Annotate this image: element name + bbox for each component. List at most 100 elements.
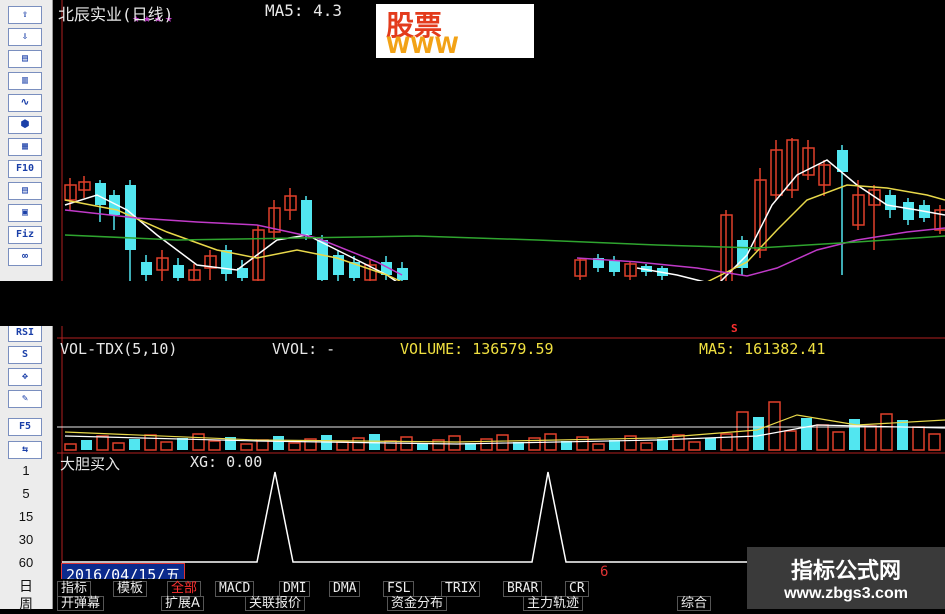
volume-bar-up	[192, 433, 205, 451]
volume-bar-up	[816, 424, 829, 451]
toolbar-button[interactable]: F5	[8, 418, 42, 436]
volume-bar-up	[928, 433, 941, 451]
volume-bar-down	[657, 439, 668, 450]
indicator-tab[interactable]: MACD	[215, 581, 255, 597]
volume-bar-up	[784, 430, 797, 451]
volume-bar-up	[208, 440, 221, 451]
toolbar-button[interactable]: ▤	[8, 182, 42, 200]
indicator-tab[interactable]: 全部	[167, 581, 202, 597]
indicator-tab[interactable]: DMI	[279, 581, 311, 597]
blank-band	[0, 281, 945, 326]
scale-label[interactable]: 60	[0, 555, 52, 570]
toolbar-button[interactable]: ⇧	[8, 6, 42, 24]
s-marker: S	[731, 322, 738, 335]
indicator-tab[interactable]: CR	[565, 581, 589, 597]
toolbar-button[interactable]: ▤	[8, 50, 42, 68]
watermark-title: 指标公式网	[790, 559, 901, 584]
volume-bar-up	[144, 434, 157, 451]
volume-bar-up	[688, 441, 701, 451]
volume-bar-up	[912, 426, 925, 451]
candle-down	[221, 250, 232, 274]
volume-bar-down	[81, 440, 92, 450]
watermark-url: www.zbgs3.com	[784, 585, 908, 602]
volume-bar-up	[112, 442, 125, 451]
volume-readout: VOLUME: 136579.59	[400, 340, 554, 358]
ma-line	[64, 184, 945, 283]
price-candles	[64, 138, 945, 283]
vol-indicator-name[interactable]: VOL-TDX(5,10)	[60, 340, 177, 358]
scale-label[interactable]: 30	[0, 532, 52, 547]
indicator-tab[interactable]: BRAR	[503, 581, 543, 597]
volume-bar-down	[177, 438, 188, 450]
indicator-tab[interactable]: TRIX	[441, 581, 481, 597]
indicator-tab[interactable]: 模板	[113, 581, 148, 597]
volume-bar-up	[480, 438, 493, 451]
volume-bar-up	[448, 435, 461, 451]
volume-bar-up	[592, 443, 605, 451]
volume-bar-down	[801, 418, 812, 450]
volume-bar-up	[880, 413, 893, 451]
volume-bar-up	[336, 441, 349, 451]
toolbar-button[interactable]: ⇆	[8, 441, 42, 459]
vvol-readout: VVOL: -	[272, 340, 336, 358]
scale-label[interactable]: 15	[0, 509, 52, 524]
volume-bar-down	[705, 438, 716, 450]
logo-www: WWW	[386, 34, 459, 58]
candle-down	[141, 262, 152, 275]
toolbar-button[interactable]: RSI	[8, 324, 42, 342]
toolbar-button[interactable]: ⇩	[8, 28, 42, 46]
volume-bar-down	[897, 420, 908, 450]
volume-bar-up	[64, 443, 77, 451]
indicator-tab[interactable]: DMA	[329, 581, 361, 597]
toolbar-button[interactable]: ∞	[8, 248, 42, 266]
volume-bar-down	[273, 436, 284, 450]
volume-bar-up	[288, 442, 301, 451]
toolbar-button[interactable]: ▥	[8, 72, 42, 90]
volume-bar-up	[768, 401, 781, 451]
volume-bar-up	[96, 435, 109, 451]
ma5-readout: MA5: 4.3	[265, 1, 343, 20]
candle-down	[609, 260, 620, 272]
volume-bar-up	[720, 433, 733, 451]
period-button[interactable]: 日	[0, 576, 52, 596]
toolbar-button[interactable]: ⬢	[8, 116, 42, 134]
volume-bar-down	[753, 417, 764, 450]
candle-down	[885, 195, 896, 210]
candle-down	[95, 183, 106, 205]
candle-down	[173, 265, 184, 278]
toolbar-button[interactable]: ∿	[8, 94, 42, 112]
volume-bar-up	[640, 442, 653, 451]
scale-label[interactable]: 5	[0, 486, 52, 501]
volume-bar-up	[352, 437, 365, 451]
scale-label[interactable]: 1	[0, 463, 52, 478]
volume-ma-line	[64, 414, 945, 443]
toolbar-button[interactable]: ▦	[8, 138, 42, 156]
indicator-tab[interactable]: 指标	[57, 581, 92, 597]
period-button[interactable]: 周	[0, 594, 52, 614]
candle-down	[317, 240, 328, 280]
ma-lines	[64, 159, 945, 286]
volume-bar-up	[672, 434, 685, 451]
toolbar-button[interactable]: ▣	[8, 204, 42, 222]
month-marker: 6	[600, 564, 609, 580]
toolbar-button[interactable]: Fiz	[8, 226, 42, 244]
volume-bars	[57, 401, 945, 451]
volume-bar-down	[129, 439, 140, 450]
candle-down	[301, 200, 312, 235]
candle-down	[903, 202, 914, 220]
toolbar-button[interactable]: S	[8, 346, 42, 364]
toolbar-button[interactable]: F10	[8, 160, 42, 178]
volume-bar-up	[832, 431, 845, 451]
volume-bar-down	[417, 444, 428, 450]
volume-bar-up	[240, 443, 253, 451]
volume-bar-up	[160, 441, 173, 451]
toolbar-button[interactable]: ✥	[8, 368, 42, 386]
chart-title: 北辰实业(日线)	[58, 5, 174, 24]
xg-indicator-name[interactable]: 大胆买入	[60, 453, 120, 474]
toolbar-button[interactable]: ✎	[8, 390, 42, 408]
indicator-tab[interactable]: FSL	[383, 581, 415, 597]
indicator-tabbar: 指标 模板 全部 MACD DMI DMA FSL TRIX BRAR CR 开弹幕 扩展A 关联报价资…	[57, 579, 757, 611]
site-logo: 股票 WWW	[376, 4, 534, 58]
xg-readout: XG: 0.00	[190, 453, 263, 471]
volume-bar-down	[369, 434, 380, 450]
